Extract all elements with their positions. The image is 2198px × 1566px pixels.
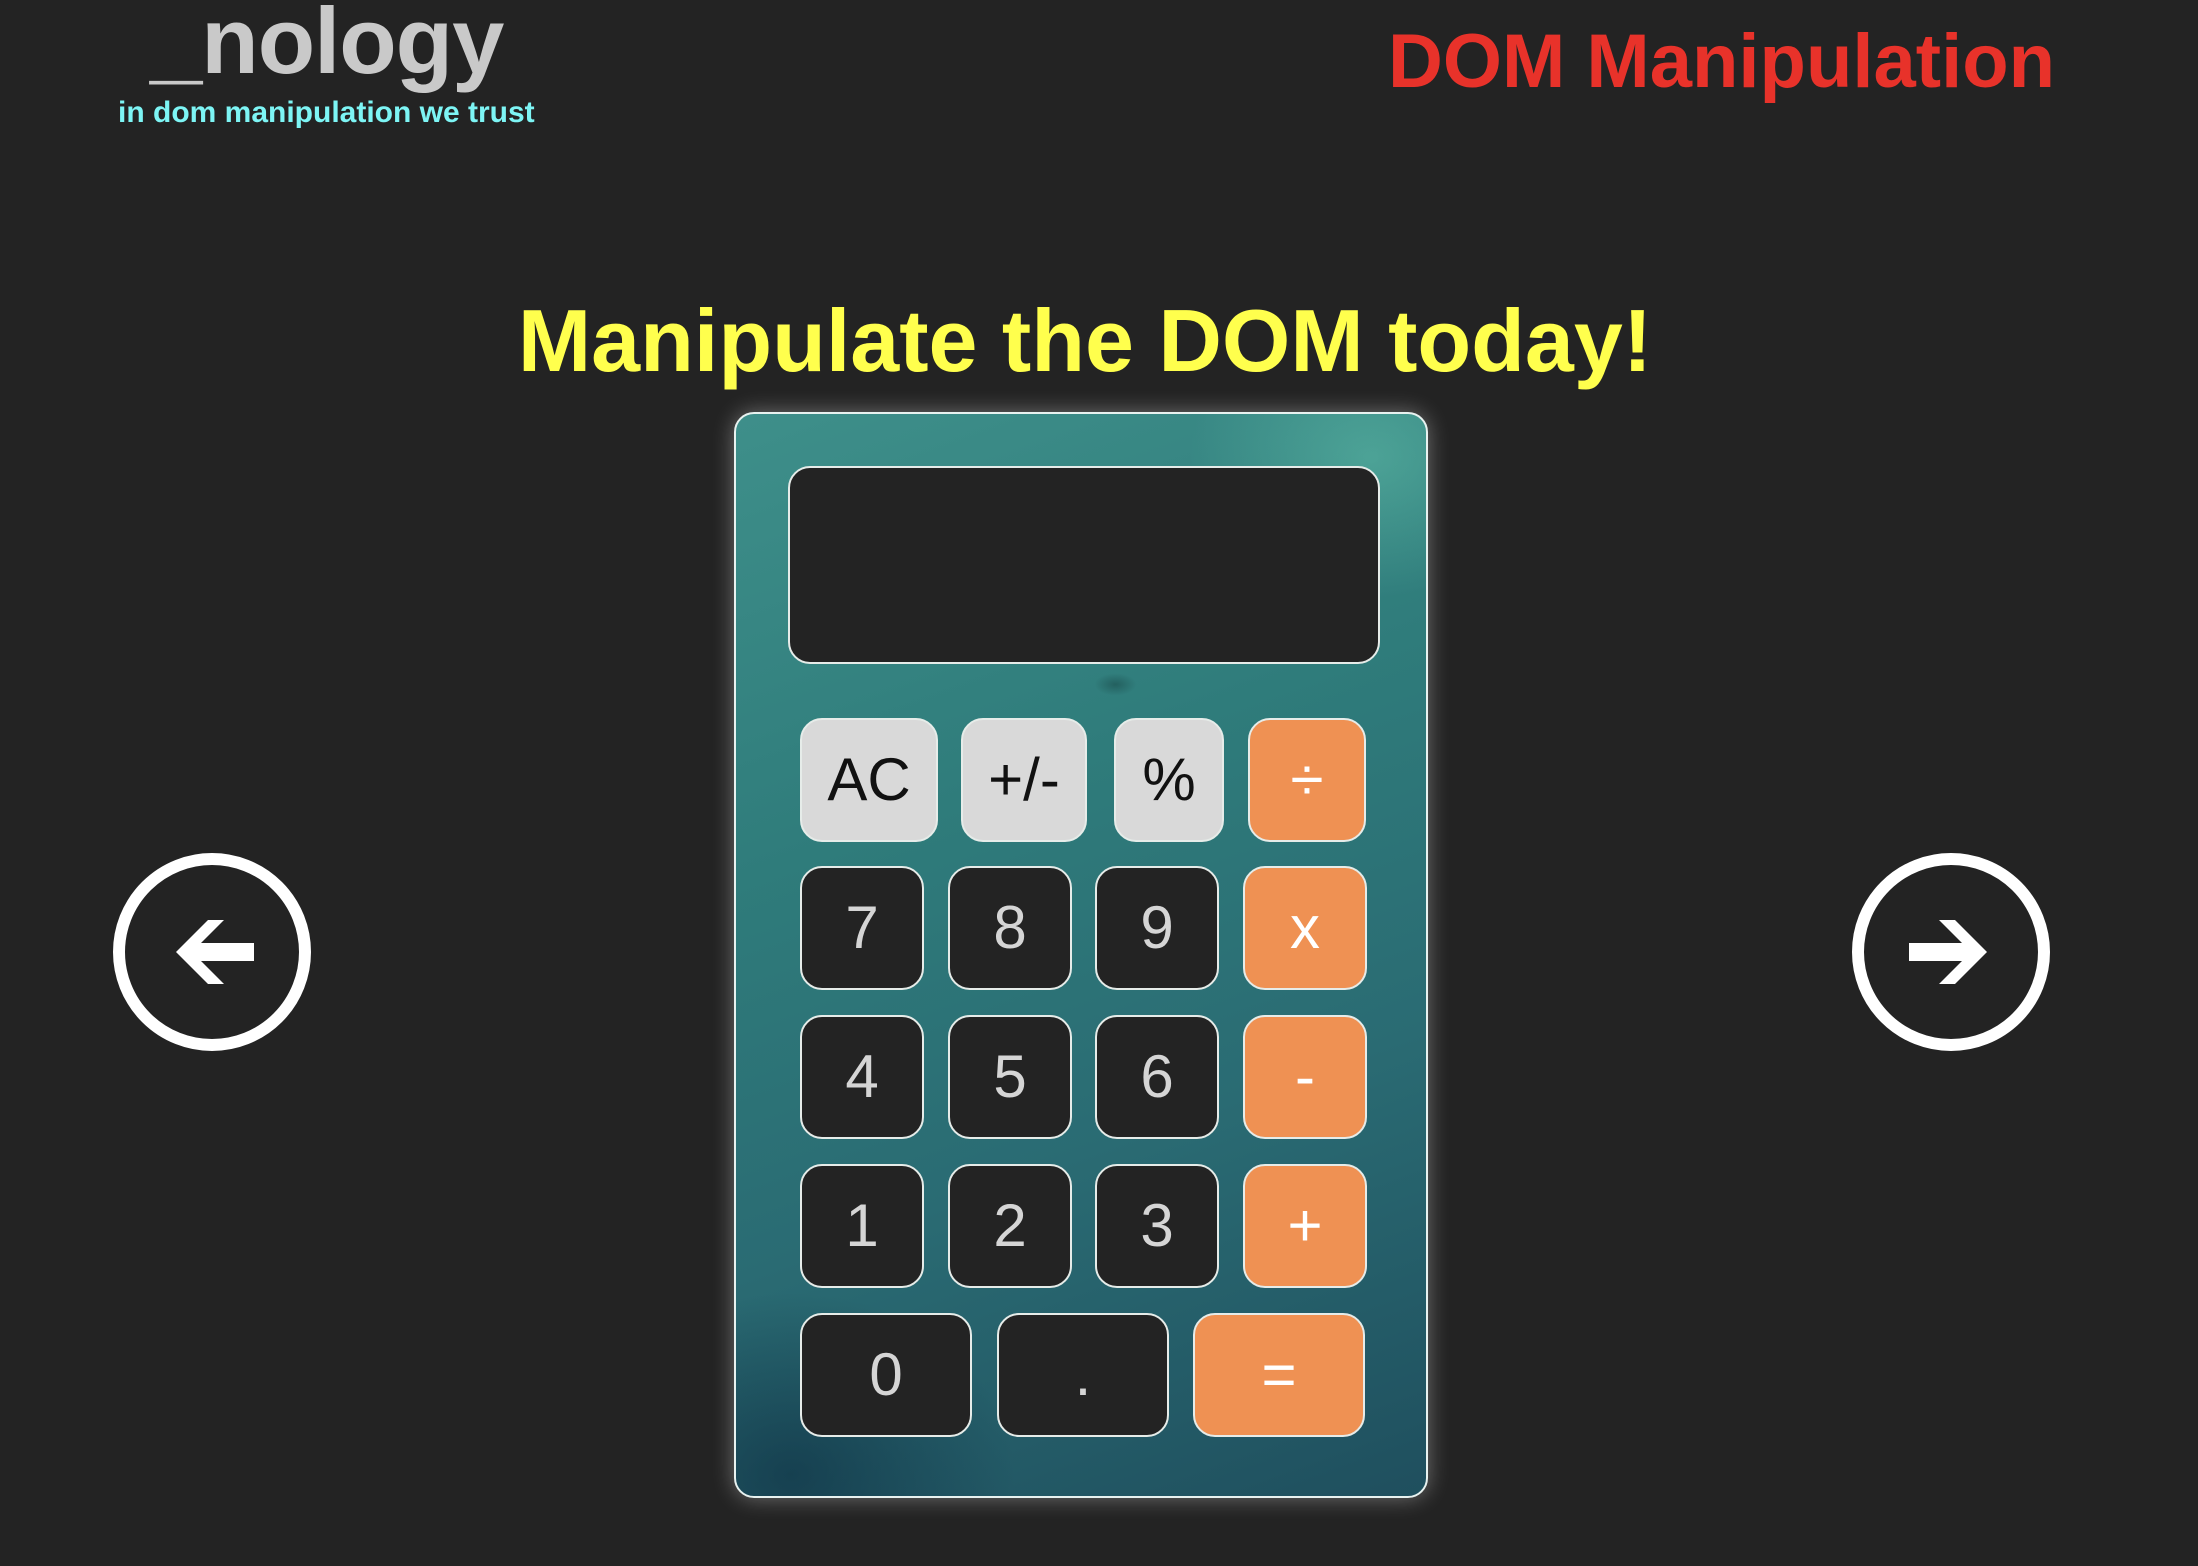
brand-logo: _nology	[150, 0, 504, 93]
key-divide[interactable]: ÷	[1248, 718, 1366, 842]
key-4[interactable]: 4	[800, 1015, 924, 1139]
next-button[interactable]	[1851, 852, 2051, 1052]
calculator-display	[788, 466, 1380, 664]
key-5[interactable]: 5	[948, 1015, 1072, 1139]
key-0[interactable]: 0	[800, 1313, 972, 1437]
calculator: AC +/- % ÷ 7 8 9 x 4 5 6 - 1 2 3 + 0 . =	[734, 412, 1428, 1498]
page: _nology in dom manipulation we trust DOM…	[0, 0, 2198, 1566]
arrow-circle-left-icon	[113, 853, 311, 1051]
key-6[interactable]: 6	[1095, 1015, 1219, 1139]
previous-button[interactable]	[112, 852, 312, 1052]
hero-title: Manipulate the DOM today!	[517, 290, 1653, 390]
arrow-circle-right-icon	[1852, 853, 2050, 1051]
key-7[interactable]: 7	[800, 866, 924, 990]
key-subtract[interactable]: -	[1243, 1015, 1367, 1139]
brand-tagline: in dom manipulation we trust	[118, 96, 535, 129]
key-multiply[interactable]: x	[1243, 866, 1367, 990]
key-plus-minus[interactable]: +/-	[961, 718, 1087, 842]
key-3[interactable]: 3	[1095, 1164, 1219, 1288]
key-9[interactable]: 9	[1095, 866, 1219, 990]
key-1[interactable]: 1	[800, 1164, 924, 1288]
key-all-clear[interactable]: AC	[800, 718, 938, 842]
key-2[interactable]: 2	[948, 1164, 1072, 1288]
key-equals[interactable]: =	[1193, 1313, 1365, 1437]
key-8[interactable]: 8	[948, 866, 1072, 990]
key-percent[interactable]: %	[1114, 718, 1224, 842]
key-add[interactable]: +	[1243, 1164, 1367, 1288]
page-heading: DOM Manipulation	[1388, 19, 2056, 104]
key-decimal[interactable]: .	[997, 1313, 1169, 1437]
